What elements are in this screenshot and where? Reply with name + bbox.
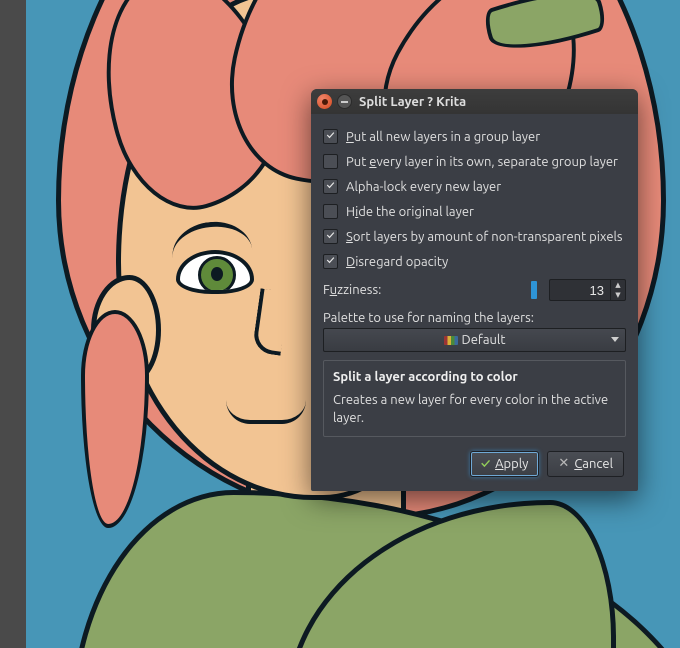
- option-label: Put every layer in its own, separate gro…: [346, 155, 618, 169]
- checkbox-icon: [323, 179, 338, 194]
- checkbox-icon: [323, 154, 338, 169]
- check-icon: ✓: [481, 457, 490, 471]
- option-label: Alpha-lock every new layer: [346, 180, 501, 194]
- titlebar[interactable]: Split Layer ? Krita: [311, 89, 638, 114]
- option-checkbox-1[interactable]: Put every layer in its own, separate gro…: [321, 149, 628, 174]
- spin-down-icon[interactable]: ▼: [611, 290, 625, 300]
- checkbox-icon: [323, 204, 338, 219]
- checkbox-icon: [323, 254, 338, 269]
- help-panel: Split a layer according to color Creates…: [323, 360, 626, 437]
- option-checkbox-2[interactable]: Alpha-lock every new layer: [321, 174, 628, 199]
- chevron-down-icon: [611, 337, 619, 342]
- option-checkbox-5[interactable]: Disregard opacity: [321, 249, 628, 274]
- close-x-icon: ✕: [558, 456, 569, 471]
- option-label: Put all new layers in a group layer: [346, 130, 540, 144]
- close-icon[interactable]: [317, 94, 332, 109]
- checkbox-icon: [323, 129, 338, 144]
- app-gutter: [0, 0, 26, 648]
- option-checkbox-0[interactable]: Put all new layers in a group layer: [321, 124, 628, 149]
- option-label: Sort layers by amount of non-transparent…: [346, 230, 623, 244]
- option-label: Hide the original layer: [346, 205, 474, 219]
- fuzziness-input[interactable]: [550, 280, 610, 300]
- fuzziness-slider[interactable]: [531, 281, 537, 299]
- help-title: Split a layer according to color: [333, 369, 616, 387]
- fuzziness-label: Fuzziness:: [323, 283, 523, 297]
- help-body: Creates a new layer for every color in t…: [333, 392, 616, 428]
- palette-label: Palette to use for naming the layers:: [321, 306, 628, 328]
- checkbox-icon: [323, 229, 338, 244]
- split-layer-dialog: Split Layer ? Krita Put all new layers i…: [311, 89, 638, 491]
- option-checkbox-4[interactable]: Sort layers by amount of non-transparent…: [321, 224, 628, 249]
- cancel-button[interactable]: ✕ Cancel: [547, 451, 624, 477]
- palette-combobox[interactable]: Default: [323, 328, 626, 352]
- palette-value: Default: [462, 333, 506, 347]
- palette-swatch-icon: [444, 336, 458, 345]
- option-checkbox-3[interactable]: Hide the original layer: [321, 199, 628, 224]
- window-title: Split Layer ? Krita: [359, 95, 466, 109]
- fuzziness-spinbox[interactable]: ▲ ▼: [549, 279, 626, 301]
- apply-button[interactable]: ✓ Apply: [470, 451, 539, 477]
- fuzziness-row: Fuzziness: ▲ ▼: [321, 274, 628, 306]
- minimize-icon[interactable]: [337, 94, 352, 109]
- spin-up-icon[interactable]: ▲: [611, 280, 625, 290]
- option-label: Disregard opacity: [346, 255, 448, 269]
